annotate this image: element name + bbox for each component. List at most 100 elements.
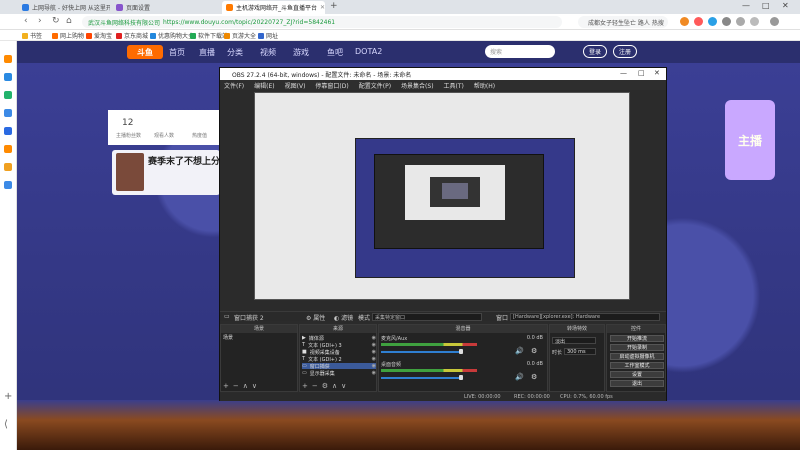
browser-search-input[interactable]: 成都女子轻生坠亡 路人 热搜 bbox=[578, 16, 668, 28]
exit-button[interactable]: 退出 bbox=[610, 380, 664, 387]
site-nav-video[interactable]: 视频 bbox=[260, 47, 276, 58]
source-item[interactable]: T 文本 (GDI+) 2 ◉ bbox=[302, 356, 376, 363]
obs-minimize-icon[interactable]: — bbox=[620, 69, 627, 77]
remove-source-icon[interactable]: − bbox=[312, 382, 318, 390]
back-icon[interactable]: ‹ bbox=[24, 16, 28, 26]
login-button[interactable]: 登录 bbox=[583, 45, 608, 58]
obs-menu-tools[interactable]: 工具(T) bbox=[444, 81, 464, 90]
download-icon[interactable] bbox=[750, 17, 759, 26]
url-input[interactable]: 武汉斗鱼网络科技有限公司 https://www.douyu.com/topic… bbox=[82, 16, 562, 28]
source-item[interactable]: ■ 视频采集设备 ◉ bbox=[302, 349, 376, 356]
add-scene-icon[interactable]: + bbox=[223, 382, 229, 390]
new-tab-button[interactable]: + bbox=[330, 1, 338, 11]
gear-icon[interactable]: ⚙ bbox=[531, 347, 537, 355]
volume-slider[interactable] bbox=[381, 351, 461, 353]
eye-icon[interactable]: ◉ bbox=[372, 356, 376, 362]
eye-icon[interactable]: ◉ bbox=[372, 342, 376, 348]
bookmark-item[interactable]: 爱淘宝 bbox=[86, 31, 112, 40]
menu-icon[interactable] bbox=[770, 17, 779, 26]
obs-menu-docks[interactable]: 停靠窗口(D) bbox=[315, 81, 348, 90]
studio-mode-button[interactable]: 工作室模式 bbox=[610, 362, 664, 369]
eye-icon[interactable]: ◉ bbox=[372, 363, 376, 369]
collapse-icon[interactable]: ⟨ bbox=[4, 419, 8, 430]
sidebar-app-icon[interactable] bbox=[4, 127, 12, 135]
source-item[interactable]: T 文本 (GDI+) 3 ◉ bbox=[302, 342, 376, 349]
move-down-icon[interactable]: ∨ bbox=[252, 382, 257, 390]
minimize-icon[interactable]: — bbox=[742, 1, 750, 10]
forward-icon[interactable]: › bbox=[38, 16, 42, 26]
obs-menu-help[interactable]: 帮助(H) bbox=[474, 81, 495, 90]
move-down-icon[interactable]: ∨ bbox=[341, 382, 346, 390]
speaker-icon[interactable]: 🔊 bbox=[515, 373, 524, 381]
obs-close-icon[interactable]: ✕ bbox=[654, 69, 660, 77]
browser-tab-1[interactable]: 上网导航 - 好快上网 从这里开始 bbox=[18, 1, 110, 14]
duration-input[interactable]: 300 ms bbox=[564, 348, 596, 355]
obs-maximize-icon[interactable]: □ bbox=[638, 69, 645, 77]
start-recording-button[interactable]: 开始录制 bbox=[610, 344, 664, 351]
post-card[interactable]: 赛季末了不想上分 bbox=[112, 150, 220, 195]
source-item-selected[interactable]: ▭ 窗口捕获 ◉ bbox=[302, 363, 376, 370]
obs-menu-edit[interactable]: 编辑(E) bbox=[254, 81, 274, 90]
bookmark-item[interactable]: 软件下载站 bbox=[190, 31, 228, 40]
speaker-icon[interactable]: 🔊 bbox=[515, 347, 524, 355]
site-nav-category[interactable]: 分类 bbox=[227, 47, 243, 58]
remove-scene-icon[interactable]: − bbox=[233, 382, 239, 390]
bookmark-item[interactable]: 优惠购物大全 bbox=[150, 31, 194, 40]
home-icon[interactable]: ⌂ bbox=[66, 16, 72, 26]
sidebar-app-icon[interactable] bbox=[4, 109, 12, 117]
maximize-icon[interactable]: □ bbox=[762, 1, 770, 10]
properties-button[interactable]: ⚙ 属性 bbox=[306, 313, 325, 322]
bookmark-item[interactable]: 网址 bbox=[258, 31, 278, 40]
volume-handle[interactable] bbox=[459, 349, 463, 354]
sidebar-app-icon[interactable] bbox=[4, 181, 12, 189]
window-select[interactable]: [Hardware][xplorer.exe]: Hardware bbox=[510, 313, 660, 321]
extension-icon[interactable] bbox=[694, 17, 703, 26]
site-nav-yuba[interactable]: 鱼吧 bbox=[327, 47, 343, 58]
settings-icon[interactable] bbox=[736, 17, 745, 26]
source-item[interactable]: ▶ 媒体源 ◉ bbox=[302, 335, 376, 342]
extension-icon[interactable] bbox=[680, 17, 689, 26]
register-button[interactable]: 注册 bbox=[613, 45, 638, 58]
source-settings-icon[interactable]: ⚙ bbox=[322, 382, 328, 390]
move-up-icon[interactable]: ∧ bbox=[332, 382, 337, 390]
sidebar-app-icon[interactable] bbox=[4, 91, 12, 99]
move-up-icon[interactable]: ∧ bbox=[243, 382, 248, 390]
volume-handle[interactable] bbox=[459, 375, 463, 380]
sidebar-app-icon[interactable] bbox=[4, 73, 12, 81]
eye-icon[interactable]: ◉ bbox=[372, 349, 376, 355]
source-item[interactable]: ▭ 显示器采集 ◉ bbox=[302, 370, 376, 377]
tab-close-icon[interactable]: ✕ bbox=[320, 4, 325, 11]
site-search-input[interactable]: 搜索 bbox=[485, 45, 555, 58]
right-banner[interactable]: 主播 bbox=[725, 100, 775, 180]
site-nav-home[interactable]: 首页 bbox=[169, 47, 185, 58]
add-icon[interactable]: + bbox=[4, 391, 12, 402]
mode-select[interactable]: 采集特定窗口 bbox=[372, 313, 482, 321]
volume-slider[interactable] bbox=[381, 377, 461, 379]
site-nav-game[interactable]: 游戏 bbox=[293, 47, 309, 58]
browser-tab-2[interactable]: 页面设置 bbox=[112, 1, 207, 14]
extension-icon[interactable] bbox=[722, 17, 731, 26]
obs-menu-file[interactable]: 文件(F) bbox=[224, 81, 244, 90]
eye-icon[interactable]: ◉ bbox=[372, 335, 376, 341]
gear-icon[interactable]: ⚙ bbox=[531, 373, 537, 381]
bookmark-item[interactable]: 网上购物 bbox=[52, 31, 84, 40]
add-source-icon[interactable]: + bbox=[302, 382, 308, 390]
start-streaming-button[interactable]: 开始推流 bbox=[610, 335, 664, 342]
close-icon[interactable]: ✕ bbox=[782, 1, 789, 10]
start-virtual-camera-button[interactable]: 启动虚拟摄像机 bbox=[610, 353, 664, 360]
obs-menu-profile[interactable]: 配置文件(P) bbox=[359, 81, 391, 90]
bookmark-item[interactable]: 页游大全 bbox=[224, 31, 256, 40]
extension-icon[interactable] bbox=[708, 17, 717, 26]
site-nav-dota2[interactable]: DOTA2 bbox=[355, 47, 382, 56]
settings-button[interactable]: 设置 bbox=[610, 371, 664, 378]
site-logo[interactable]: 斗鱼 bbox=[127, 45, 163, 59]
eye-icon[interactable]: ◉ bbox=[372, 370, 376, 376]
refresh-icon[interactable]: ↻ bbox=[52, 16, 60, 26]
site-nav-live[interactable]: 直播 bbox=[199, 47, 215, 58]
obs-preview[interactable] bbox=[254, 92, 630, 300]
bookmark-item[interactable]: 京东商城 bbox=[116, 31, 148, 40]
obs-menu-scene-collection[interactable]: 场景集合(S) bbox=[401, 81, 434, 90]
sidebar-app-icon[interactable] bbox=[4, 145, 12, 153]
filters-button[interactable]: ◐ 滤镜 bbox=[334, 313, 353, 322]
scene-item[interactable]: 场景 bbox=[223, 334, 233, 341]
